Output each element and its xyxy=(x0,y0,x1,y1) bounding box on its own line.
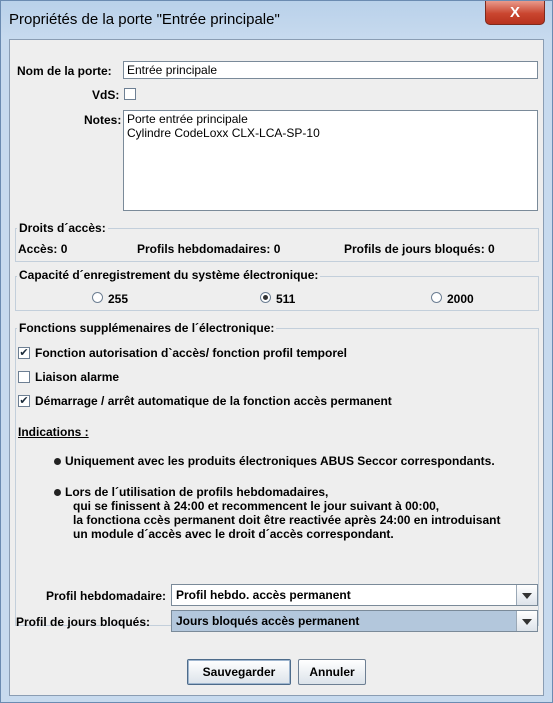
bullet-icon xyxy=(54,458,61,465)
weekly-profile-value: Profil hebdo. accès permanent xyxy=(176,588,351,602)
indication-2-line-2: qui se finissent à 24:00 et recommencent… xyxy=(73,499,440,513)
alarm-link-checkbox[interactable] xyxy=(18,371,30,383)
door-name-label: Nom de la porte: xyxy=(17,64,112,78)
indication-2-line-1: Lors de l´utilisation de profils hebdoma… xyxy=(65,485,329,499)
access-count: Accès: 0 xyxy=(18,242,68,256)
vds-label: VdS: xyxy=(92,88,120,102)
cancel-button[interactable]: Annuler xyxy=(298,659,366,685)
close-icon: X xyxy=(509,4,520,21)
alarm-link-label[interactable]: Liaison alarme xyxy=(35,370,119,384)
weekly-profile-select[interactable]: Profil hebdo. accès permanent xyxy=(171,584,538,606)
indication-2-line-3: la fonctiona ccès permanent doit être re… xyxy=(73,513,501,527)
auto-permanent-label[interactable]: Démarrage / arrêt automatique de la fonc… xyxy=(35,394,392,408)
title-bar[interactable]: Propriétés de la porte "Entrée principal… xyxy=(1,1,552,39)
blocked-profile-value: Jours bloqués accès permanent xyxy=(176,614,360,628)
auto-permanent-checkbox[interactable]: ✔ xyxy=(18,395,30,407)
blocked-profile-select[interactable]: Jours bloqués accès permanent xyxy=(171,610,538,632)
indication-2-line-4: un module d´accès avec le droit d´accès … xyxy=(73,527,394,541)
chevron-down-icon[interactable] xyxy=(516,585,537,605)
capacity-2000-label[interactable]: 2000 xyxy=(447,292,474,306)
capacity-title: Capacité d´enregistrement du système éle… xyxy=(17,268,321,282)
capacity-2000-radio[interactable] xyxy=(431,292,442,303)
indications-heading: Indications : xyxy=(18,425,89,439)
function-access-label[interactable]: Fonction autorisation d`accès/ fonction … xyxy=(35,346,347,360)
capacity-511-label[interactable]: 511 xyxy=(276,292,295,306)
function-access-checkbox[interactable]: ✔ xyxy=(18,347,30,359)
dialog-content: Nom de la porte: Entrée principale VdS: … xyxy=(9,39,544,696)
capacity-255-label[interactable]: 255 xyxy=(108,292,128,306)
blocked-day-profiles-count: Profils de jours bloqués: 0 xyxy=(344,242,495,256)
save-button[interactable]: Sauvegarder xyxy=(187,659,291,685)
weekly-profiles-count: Profils hebdomadaires: 0 xyxy=(137,242,281,256)
functions-title: Fonctions supplémenaires de l´électroniq… xyxy=(17,321,277,335)
door-name-input[interactable]: Entrée principale xyxy=(123,61,538,79)
check-icon: ✔ xyxy=(19,347,29,359)
access-rights-title: Droits d´accès: xyxy=(17,221,108,235)
window-title: Propriétés de la porte "Entrée principal… xyxy=(9,11,280,28)
vds-checkbox[interactable] xyxy=(124,88,136,100)
indication-1: Uniquement avec les produits électroniqu… xyxy=(65,454,495,468)
close-button[interactable]: X xyxy=(485,1,545,25)
bullet-icon xyxy=(54,489,61,496)
notes-label: Notes: xyxy=(84,113,122,127)
dialog-window: Propriétés de la porte "Entrée principal… xyxy=(0,0,553,703)
capacity-511-radio[interactable] xyxy=(260,292,271,303)
capacity-255-radio[interactable] xyxy=(92,292,103,303)
check-icon: ✔ xyxy=(19,395,29,407)
blocked-profile-label: Profil de jours bloqués: xyxy=(16,615,151,629)
notes-textarea[interactable]: Porte entrée principale Cylindre CodeLox… xyxy=(123,110,538,211)
weekly-profile-label: Profil hebdomadaire: xyxy=(46,589,167,603)
chevron-down-icon[interactable] xyxy=(516,611,537,631)
